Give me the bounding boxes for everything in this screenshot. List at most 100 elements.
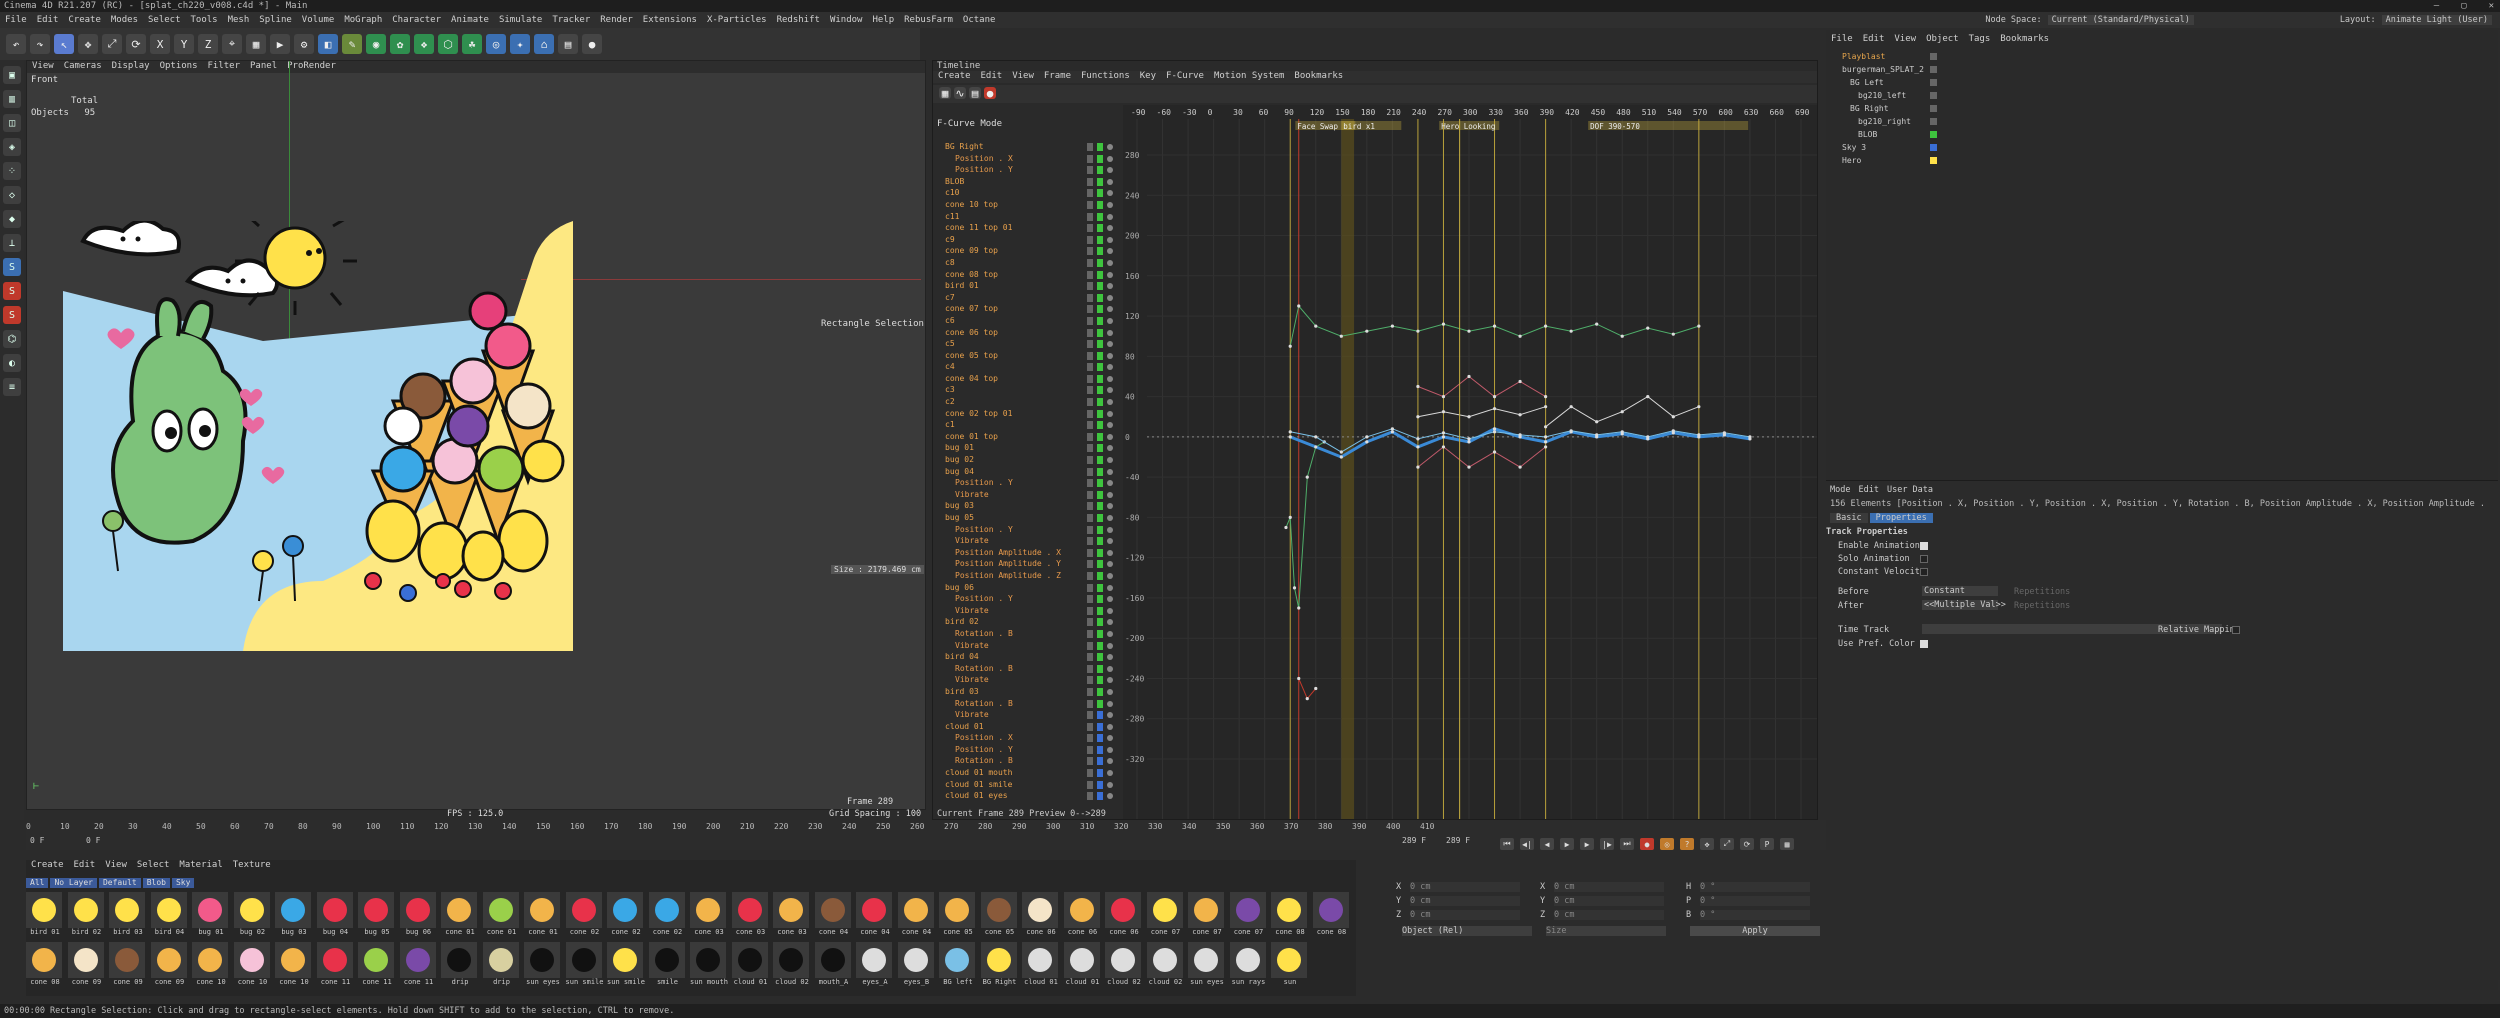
keyframe-point[interactable] — [1441, 445, 1446, 449]
material-swatch[interactable]: bird 02 — [67, 892, 106, 940]
play-icon[interactable]: ▶ — [1560, 838, 1574, 850]
next-key-icon[interactable]: |▶ — [1600, 838, 1614, 850]
keyframe-point[interactable] — [1441, 322, 1446, 326]
track-list[interactable]: BG Right Position . X Position . Y BLOB c10 c… — [933, 141, 1119, 819]
tag-icon[interactable]: ⌂ — [534, 34, 554, 54]
track-row[interactable]: cone 10 top — [933, 199, 1119, 211]
polygons-mode-icon[interactable]: ◆ — [3, 210, 21, 228]
maximize-icon[interactable]: ▢ — [2461, 0, 2466, 12]
track-enable-dot[interactable] — [1107, 283, 1113, 290]
material-swatch[interactable]: cone 09 — [150, 942, 189, 990]
object-row[interactable]: BG Right — [1830, 102, 2150, 115]
track-solo-box[interactable] — [1087, 525, 1093, 534]
track-solo-box[interactable] — [1087, 467, 1093, 476]
light-icon[interactable]: ✦ — [510, 34, 530, 54]
keyframe-point[interactable] — [1620, 410, 1624, 414]
track-enable-dot[interactable] — [1107, 572, 1113, 579]
track-enable-dot[interactable] — [1107, 607, 1113, 614]
track-solo-box[interactable] — [1087, 641, 1093, 650]
track-enable-dot[interactable] — [1107, 688, 1113, 695]
track-row[interactable]: c2 — [933, 396, 1119, 408]
coord-mode-select[interactable]: Object (Rel) — [1402, 926, 1532, 936]
track-row[interactable]: bug 01 — [933, 442, 1119, 454]
keyframe-point[interactable] — [1569, 329, 1573, 333]
constant-velocity-checkbox[interactable] — [1920, 568, 1928, 576]
material-swatch[interactable]: cone 06 — [1105, 892, 1143, 940]
keyframe-point[interactable] — [1441, 431, 1446, 435]
keyframe-point[interactable] — [1416, 445, 1420, 449]
prev-key-icon[interactable]: ◀| — [1520, 838, 1534, 850]
track-row[interactable]: bug 05 — [933, 512, 1119, 524]
next-frame-icon[interactable]: ▶ — [1580, 838, 1594, 850]
fcurve[interactable] — [1298, 678, 1317, 700]
keyframe-point[interactable] — [1646, 435, 1650, 439]
track-enable-dot[interactable] — [1107, 700, 1113, 707]
menu-tools[interactable]: Tools — [186, 15, 223, 25]
material-swatch[interactable]: eyes_A — [856, 942, 894, 990]
keyframe-point[interactable] — [1671, 332, 1675, 336]
track-row[interactable]: cloud 01 — [933, 721, 1119, 733]
keyframe-point[interactable] — [1569, 429, 1573, 433]
material-swatch[interactable]: cone 07 — [1188, 892, 1226, 940]
object-row[interactable]: bg210_left — [1830, 89, 2150, 102]
keyframe-point[interactable] — [1697, 405, 1701, 409]
render-region-icon[interactable]: ▦ — [246, 34, 266, 54]
track-solo-box[interactable] — [1087, 235, 1093, 244]
menu-render[interactable]: Render — [595, 15, 638, 25]
track-enable-dot[interactable] — [1107, 561, 1113, 568]
track-enable-dot[interactable] — [1107, 271, 1113, 278]
timeline-menu-bookmarks[interactable]: Bookmarks — [1289, 71, 1348, 83]
keyframe-point[interactable] — [1595, 420, 1599, 424]
track-row[interactable]: c11 — [933, 211, 1119, 223]
track-row[interactable]: cloud 01 eyes — [933, 790, 1119, 802]
keyframe-point[interactable] — [1365, 435, 1369, 439]
after-select[interactable]: <<Multiple Val>> — [1922, 600, 2006, 610]
track-solo-box[interactable] — [1087, 143, 1093, 151]
keyframe-point[interactable] — [1441, 395, 1446, 399]
material-swatch[interactable]: cone 03 — [690, 892, 728, 940]
track-solo-box[interactable] — [1087, 409, 1093, 418]
keyframe-point[interactable] — [1297, 676, 1301, 681]
attribute-menu-mode[interactable]: Mode — [1830, 485, 1850, 495]
keyframe-point[interactable] — [1544, 425, 1548, 429]
track-solo-box[interactable] — [1087, 444, 1093, 453]
track-enable-dot[interactable] — [1107, 341, 1113, 348]
viewport-menu-view[interactable]: View — [27, 61, 59, 73]
node-space-select[interactable]: Current (Standard/Physical) — [2047, 15, 2194, 25]
track-row[interactable]: cloud 01 smile — [933, 779, 1119, 791]
material-swatch[interactable]: cone 02 — [607, 892, 645, 940]
keyframe-point[interactable] — [1595, 322, 1599, 326]
material-swatch[interactable]: sun smile — [607, 942, 645, 990]
position-key-icon[interactable]: ✥ — [1700, 838, 1714, 850]
track-row[interactable]: Position Amplitude . Z — [933, 570, 1119, 582]
material-swatch[interactable]: cone 10 — [233, 942, 272, 990]
track-row[interactable]: BG Right — [933, 141, 1119, 153]
material-menu-create[interactable]: Create — [26, 860, 69, 870]
coord-b-field[interactable]: 0 ° — [1700, 910, 1810, 920]
track-enable-dot[interactable] — [1107, 457, 1113, 464]
track-row[interactable]: Position . Y — [933, 164, 1119, 176]
keyframe-point[interactable] — [1297, 304, 1301, 308]
prev-frame-icon[interactable]: ◀ — [1540, 838, 1554, 850]
track-solo-box[interactable] — [1087, 363, 1093, 372]
material-swatch[interactable]: cone 07 — [1146, 892, 1185, 940]
grid-icon[interactable]: ▤ — [558, 34, 578, 54]
keyframe-point[interactable] — [1544, 445, 1548, 449]
track-enable-dot[interactable] — [1107, 190, 1113, 197]
material-swatch[interactable]: cone 01 — [482, 892, 521, 940]
fcurve[interactable] — [1417, 406, 1546, 418]
track-solo-box[interactable] — [1087, 606, 1093, 615]
timeline-menu-create[interactable]: Create — [933, 71, 976, 83]
material-swatch[interactable]: cone 08 — [1271, 892, 1309, 940]
track-row[interactable]: cloud 01 mouth — [933, 767, 1119, 779]
keyframe-point[interactable] — [1284, 525, 1288, 530]
x-axis-icon[interactable]: X — [150, 34, 170, 54]
keyframe-point[interactable] — [1492, 427, 1497, 431]
keyframe-point[interactable] — [1390, 324, 1394, 328]
material-filter-sky[interactable]: Sky — [171, 878, 195, 888]
track-row[interactable]: cone 04 top — [933, 373, 1119, 385]
object-menu-file[interactable]: File — [1826, 34, 1858, 44]
menu-character[interactable]: Character — [387, 15, 446, 25]
track-solo-box[interactable] — [1087, 293, 1093, 302]
track-enable-dot[interactable] — [1107, 144, 1113, 150]
